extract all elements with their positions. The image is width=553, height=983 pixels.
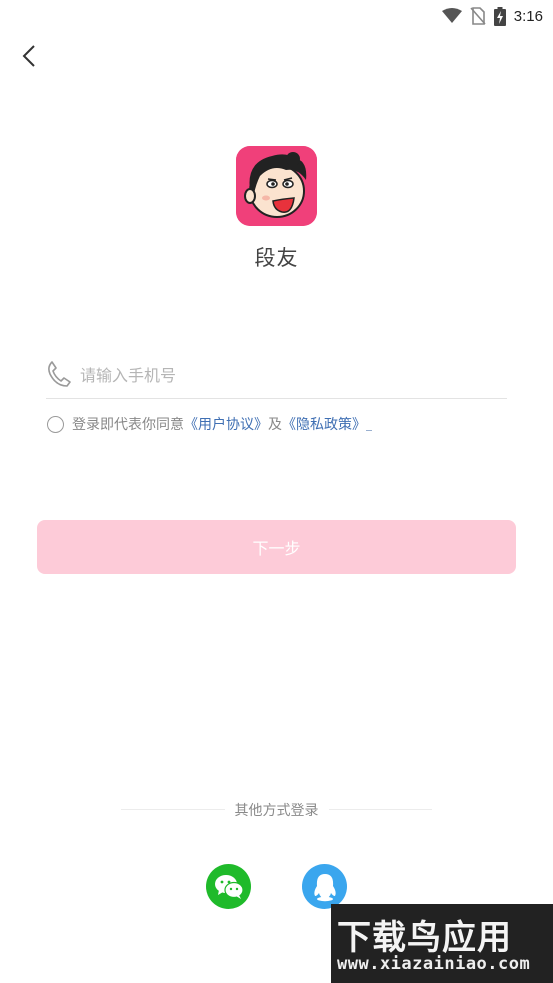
agreement-radio[interactable] [47,415,64,433]
wifi-icon [441,8,462,23]
status-time: 3:16 [513,7,543,25]
privacy-policy-link[interactable]: 《隐私政策》 [282,414,366,434]
status-icons: 3:16 [441,5,543,27]
other-login-title-text: 其他方式登录 [224,803,329,819]
phone-input[interactable] [80,358,500,392]
link-underline-tail [366,417,372,431]
user-agreement-link[interactable]: 《用户协议》 [184,414,268,434]
other-login-title: 其他方式登录 [0,800,553,820]
battery-charging-icon [493,6,506,26]
no-sim-icon [470,7,486,25]
agreement-row: 登录即代表你同意 《用户协议》 及 《隐私政策》 [47,413,372,435]
app-name: 段友 [254,246,299,270]
agreement-text: 登录即代表你同意 [72,417,184,433]
cartoon-face-logo-icon [236,146,317,226]
status-bar: 3:16 [0,0,553,32]
phone-field-row [46,356,507,399]
wechat-icon [214,874,244,899]
wechat-login-button[interactable] [206,864,251,909]
watermark-url: www.xiazainiao.com [337,954,531,974]
watermark: 下载鸟应用 www.xiazainiao.com [331,904,553,983]
next-step-button[interactable]: 下一步 [37,520,516,574]
phone-icon [48,361,71,387]
qq-icon [313,873,336,901]
agreement-and: 及 [268,417,282,433]
app-logo [236,146,317,226]
back-button[interactable] [12,38,46,74]
watermark-title: 下载鸟应用 [337,918,512,958]
qq-login-button[interactable] [302,864,347,909]
chevron-left-icon [22,45,35,67]
